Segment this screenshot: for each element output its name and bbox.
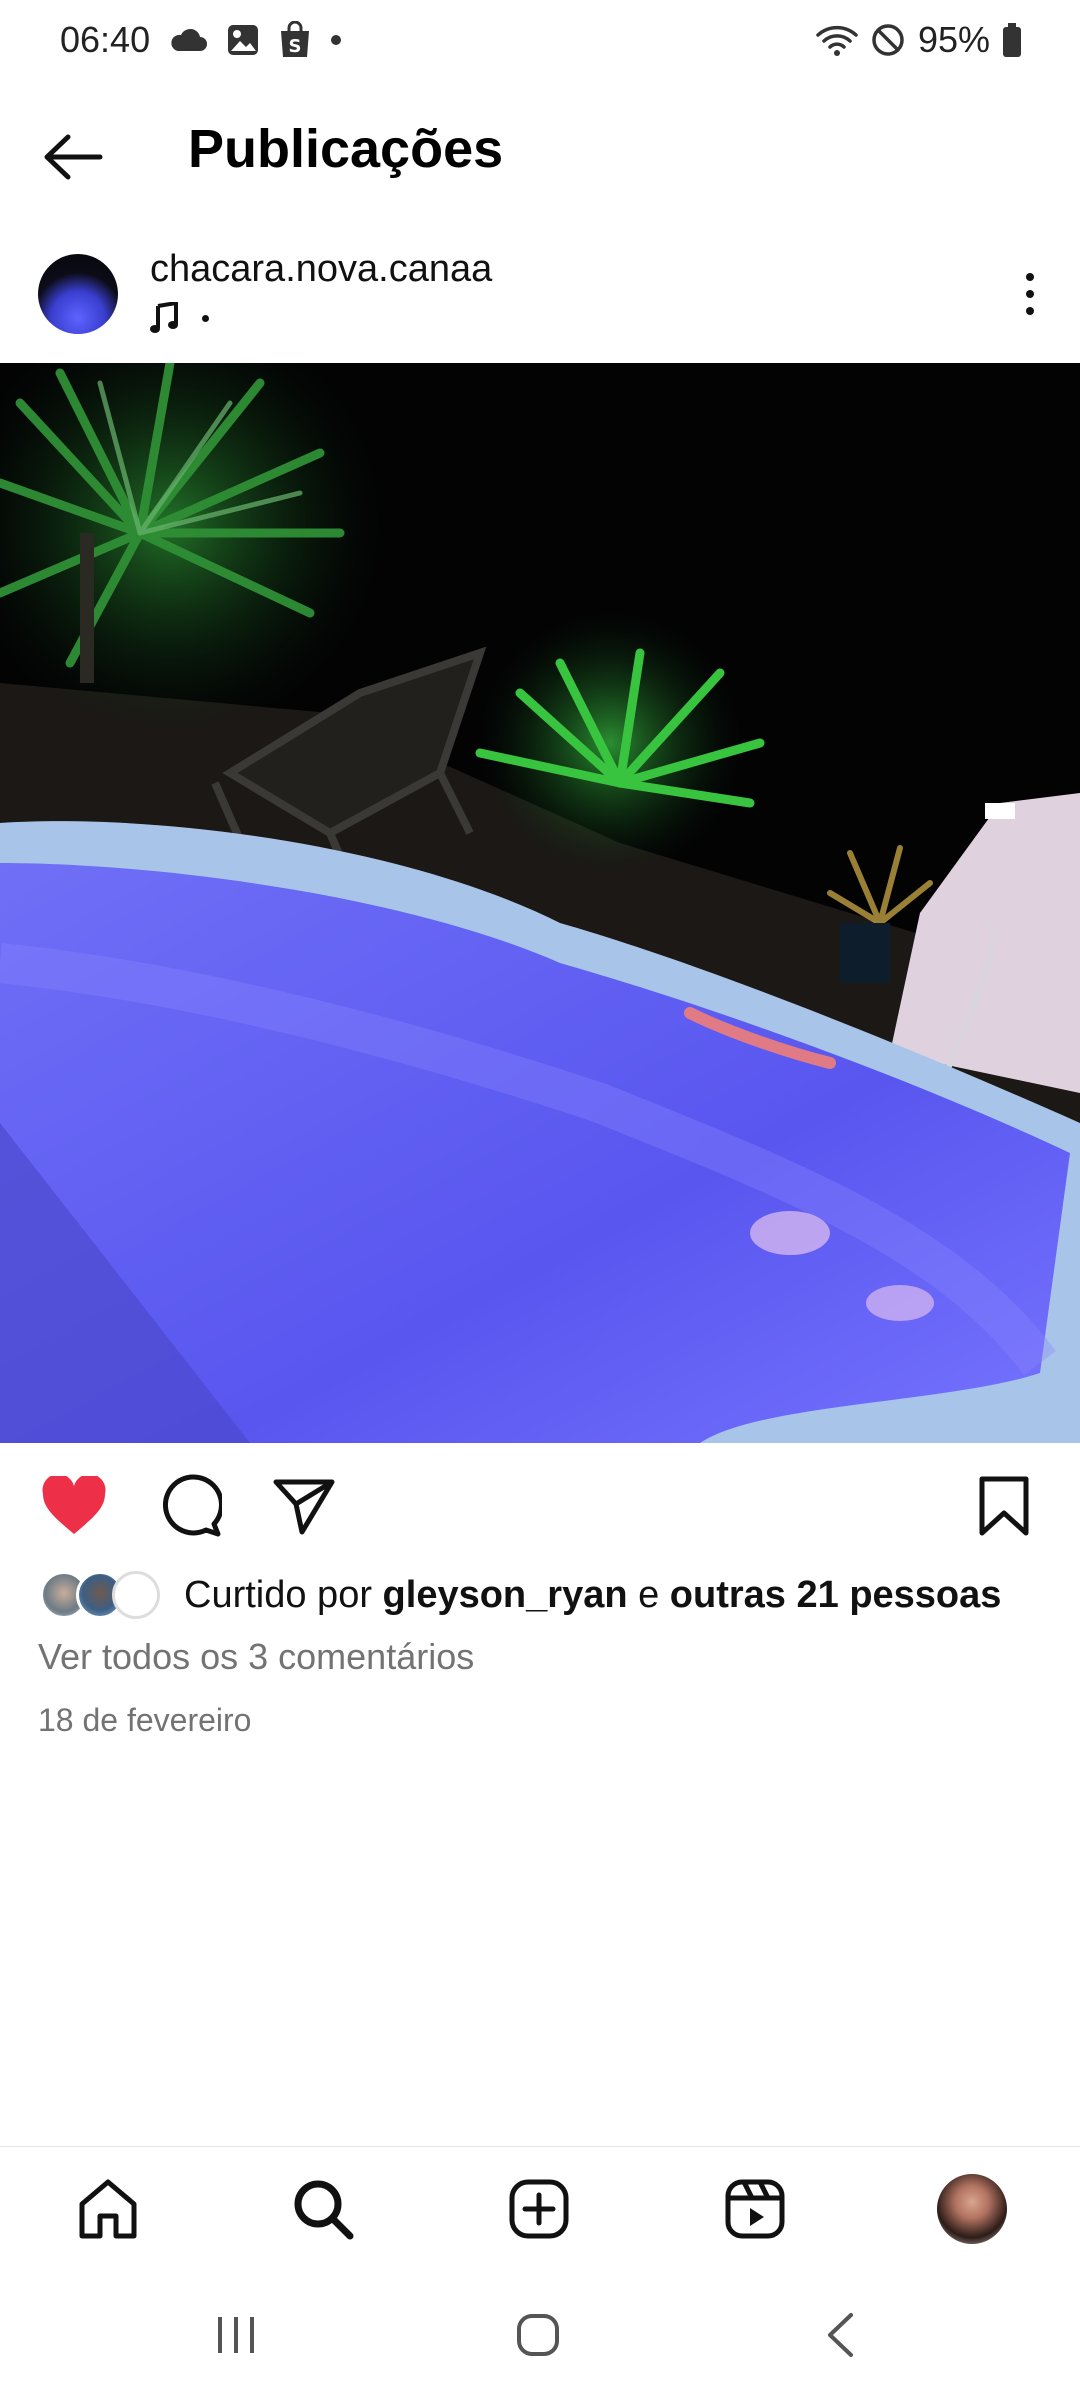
create-icon bbox=[509, 2179, 569, 2239]
arrow-left-icon bbox=[44, 134, 103, 180]
reels-icon bbox=[725, 2179, 785, 2239]
liker-username[interactable]: gleyson_ryan bbox=[383, 1574, 628, 1616]
save-button[interactable] bbox=[968, 1470, 1040, 1542]
dot-icon bbox=[330, 34, 342, 46]
more-options-button[interactable] bbox=[1010, 264, 1050, 324]
post-header: chacara.nova.canaa bbox=[0, 240, 1080, 350]
cloud-icon bbox=[168, 27, 208, 53]
shop-bag-icon: S bbox=[278, 21, 312, 59]
post-date: 18 de fevereiro bbox=[38, 1702, 252, 1738]
likes-prefix: Curtido por bbox=[184, 1573, 383, 1616]
view-comments-link[interactable]: Ver todos os 3 comentários bbox=[38, 1636, 474, 1678]
like-button[interactable] bbox=[38, 1470, 110, 1542]
nav-search[interactable] bbox=[283, 2169, 363, 2249]
post-username[interactable]: chacara.nova.canaa bbox=[150, 248, 492, 291]
nav-home[interactable] bbox=[68, 2169, 148, 2249]
post-actions bbox=[0, 1460, 1080, 1550]
svg-text:S: S bbox=[289, 36, 302, 57]
recents-icon bbox=[218, 2317, 254, 2353]
nav-reels[interactable] bbox=[715, 2169, 795, 2249]
top-bar: Publicações bbox=[0, 100, 1080, 210]
liker-avatars bbox=[40, 1567, 168, 1623]
back-chevron-icon bbox=[828, 2313, 853, 2357]
music-note-icon bbox=[150, 302, 178, 333]
likes-others[interactable]: outras 21 pessoas bbox=[670, 1574, 1002, 1616]
likes-middle: e bbox=[627, 1573, 670, 1616]
recents-button[interactable] bbox=[196, 2300, 276, 2370]
gallery-icon bbox=[226, 23, 260, 57]
more-dot-icon bbox=[1026, 307, 1034, 315]
profile-avatar bbox=[937, 2174, 1007, 2244]
battery-icon bbox=[1002, 23, 1022, 57]
post-image[interactable] bbox=[0, 363, 1080, 1443]
bookmark-icon bbox=[979, 1476, 1029, 1536]
home-icon bbox=[79, 2179, 137, 2239]
more-dot-icon bbox=[1026, 290, 1034, 298]
search-icon bbox=[294, 2180, 354, 2240]
status-bar: 06:40 S 95% bbox=[0, 0, 1080, 80]
share-icon bbox=[273, 1479, 335, 1535]
likes-text[interactable]: Curtido por gleyson_ryan e outras 21 pes… bbox=[184, 1574, 1001, 1617]
home-system-button[interactable] bbox=[498, 2300, 578, 2370]
bottom-nav bbox=[0, 2146, 1080, 2270]
liker-avatar bbox=[112, 1571, 160, 1619]
status-time: 06:40 bbox=[60, 19, 151, 60]
pool-night-photo bbox=[0, 363, 1080, 1443]
page-title: Publicações bbox=[188, 119, 504, 179]
battery-text: 95% bbox=[917, 19, 990, 60]
comment-icon bbox=[162, 1474, 222, 1537]
wifi-icon bbox=[816, 23, 858, 57]
likes-row[interactable]: Curtido por gleyson_ryan e outras 21 pes… bbox=[40, 1565, 1001, 1625]
comment-button[interactable] bbox=[154, 1470, 226, 1542]
post-author-avatar[interactable] bbox=[38, 254, 118, 334]
home-circle-icon bbox=[517, 2314, 559, 2356]
separator-dot bbox=[202, 314, 209, 322]
nav-profile[interactable] bbox=[932, 2169, 1012, 2249]
nav-create[interactable] bbox=[499, 2169, 579, 2249]
back-system-button[interactable] bbox=[800, 2300, 880, 2370]
share-button[interactable] bbox=[268, 1470, 340, 1542]
heart-icon bbox=[42, 1476, 106, 1534]
back-button[interactable] bbox=[38, 122, 108, 192]
no-disturb-icon bbox=[870, 22, 906, 58]
system-nav-bar bbox=[0, 2270, 1080, 2400]
post-audio-row[interactable] bbox=[150, 302, 209, 334]
more-dot-icon bbox=[1026, 273, 1034, 281]
